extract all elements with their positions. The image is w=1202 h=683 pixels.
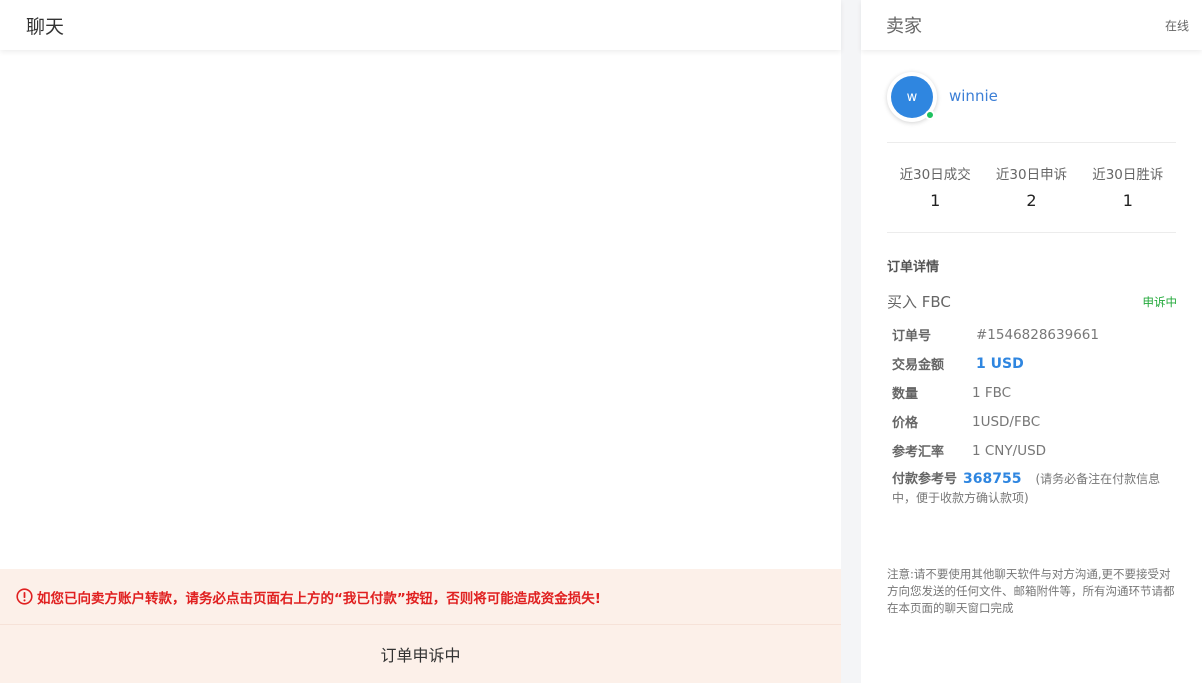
order-details-title: 订单详情 [887, 260, 940, 275]
payment-reference-number: 368755 [963, 471, 1022, 487]
chat-header: 聊天 [0, 0, 841, 50]
seller-title: 卖家 [886, 16, 922, 37]
stat-value: 2 [1026, 191, 1037, 210]
amount-value: 1 USD [976, 355, 1024, 372]
order-type: 买入 FBC [887, 293, 951, 311]
stat-value: 1 [930, 191, 941, 210]
rate-row: 参考汇率 1 CNY/USD [892, 436, 1176, 465]
stat-value: 1 [1122, 191, 1133, 210]
seller-header: 卖家 在线 [861, 0, 1202, 50]
exclamation-circle-icon [16, 588, 33, 605]
stat-label: 近30日胜诉 [1092, 167, 1164, 183]
order-details: 订单详情 买入 FBC 申诉中 订单号 #1546828639661 交易金额 … [887, 256, 1178, 508]
order-fields: 订单号 #1546828639661 交易金额 1 USD 数量 1 FBC 价… [887, 320, 1176, 508]
quantity-label: 数量 [892, 387, 919, 402]
payment-reference-label: 付款参考号 [892, 472, 958, 487]
seller-profile: w winnie [887, 72, 1176, 143]
order-number-value: #1546828639661 [976, 326, 1099, 343]
chat-footer: 如您已向卖方账户转款，请务必点击页面右上方的“我已付款”按钮，否则将可能造成资金… [0, 569, 841, 683]
appeal-status-text: 订单申诉中 [380, 646, 461, 665]
stat-label: 近30日成交 [899, 167, 971, 183]
stat-wins-30d: 近30日胜诉 1 [1080, 143, 1176, 232]
order-number-row: 订单号 #1546828639661 [892, 320, 1176, 349]
order-type-row: 买入 FBC 申诉中 [887, 291, 1178, 312]
order-number-label: 订单号 [892, 329, 932, 344]
seller-panel: 卖家 在线 w winnie 近30日成交 1 近30日申诉 2 近30日胜诉 … [861, 0, 1202, 683]
chat-panel: 聊天 如您已向卖方账户转款，请务必点击页面右上方的“我已付款”按钮，否则将可能造… [0, 0, 841, 683]
stat-trades-30d: 近30日成交 1 [887, 143, 983, 232]
price-label: 价格 [892, 416, 919, 431]
order-status-badge: 申诉中 [1142, 294, 1178, 309]
chat-message-area[interactable] [0, 50, 841, 569]
rate-label: 参考汇率 [892, 445, 945, 460]
seller-online-status: 在线 [1164, 18, 1189, 33]
price-row: 价格 1USD/FBC [892, 407, 1176, 436]
payment-warning-text: 如您已向卖方账户转款，请务必点击页面右上方的“我已付款”按钮，否则将可能造成资金… [37, 590, 601, 607]
quantity-row: 数量 1 FBC [892, 378, 1176, 407]
chat-title: 聊天 [26, 15, 65, 38]
payment-warning: 如您已向卖方账户转款，请务必点击页面右上方的“我已付款”按钮，否则将可能造成资金… [0, 569, 841, 625]
stat-label: 近30日申诉 [995, 167, 1068, 183]
seller-stats: 近30日成交 1 近30日申诉 2 近30日胜诉 1 [887, 143, 1176, 233]
stat-appeals-30d: 近30日申诉 2 [983, 143, 1079, 232]
communication-notice: 注意:请不要使用其他聊天软件与对方沟通,更不要接受对方向您发送的任何文件、邮箱附… [887, 567, 1175, 615]
rate-value: 1 CNY/USD [972, 442, 1047, 459]
amount-row: 交易金额 1 USD [892, 349, 1176, 378]
amount-label: 交易金额 [892, 358, 945, 373]
appeal-status: 订单申诉中 [0, 625, 841, 683]
page: 聊天 如您已向卖方账户转款，请务必点击页面右上方的“我已付款”按钮，否则将可能造… [0, 0, 1202, 683]
seller-username[interactable]: winnie [949, 87, 998, 105]
online-indicator-icon [925, 110, 935, 120]
avatar[interactable]: w [887, 72, 937, 122]
quantity-value: 1 FBC [972, 384, 1012, 401]
price-value: 1USD/FBC [972, 413, 1041, 430]
payment-reference: 付款参考号 368755 (请务必备注在付款信息中，便于收款方确认款项) [892, 465, 1176, 508]
